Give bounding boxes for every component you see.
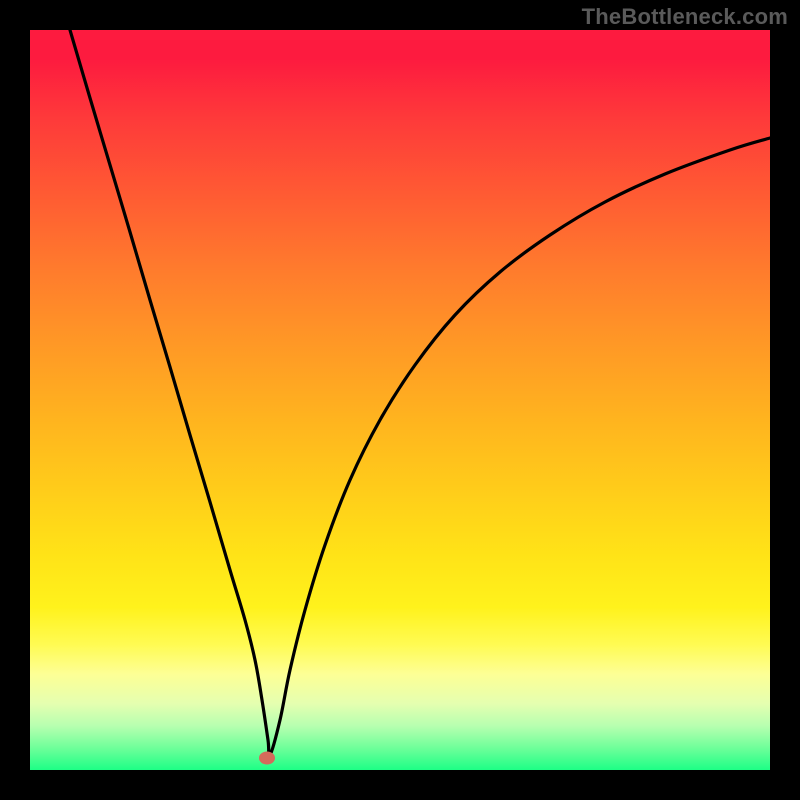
- watermark-text: TheBottleneck.com: [582, 4, 788, 30]
- minimum-dot: [259, 752, 275, 765]
- chart-frame: TheBottleneck.com: [0, 0, 800, 800]
- plot-area: [30, 30, 770, 770]
- curve-svg: [30, 30, 770, 770]
- bottleneck-curve: [70, 30, 770, 756]
